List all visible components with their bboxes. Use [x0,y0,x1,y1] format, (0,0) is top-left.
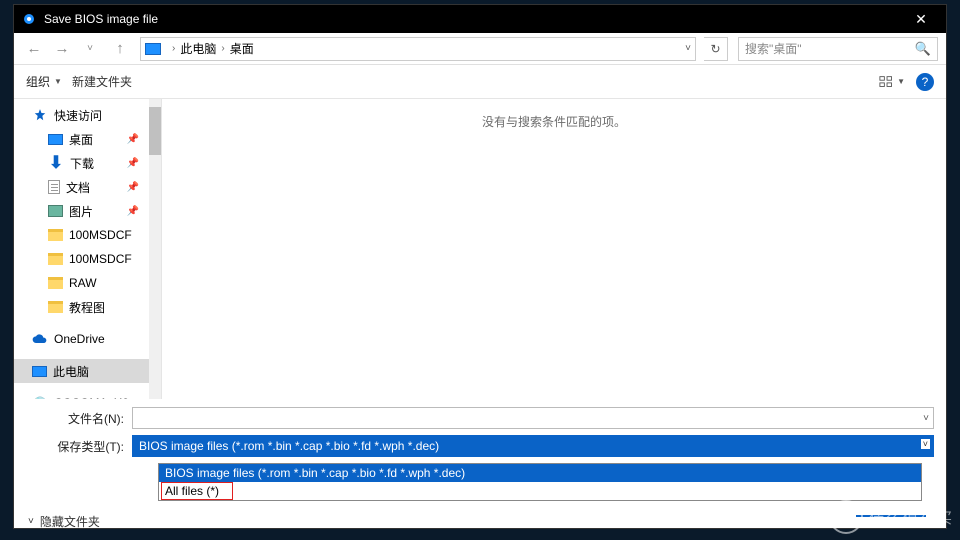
tree-quick-access[interactable]: 快速访问 [14,103,161,127]
filetype-combo[interactable]: BIOS image files (*.rom *.bin *.cap *.bi… [132,435,934,457]
close-button[interactable]: ✕ [904,5,938,33]
tree-label: CCCOMA_X64F… [54,396,144,399]
tree-folder[interactable]: 100MSDCF [14,247,161,271]
file-pane[interactable]: 没有与搜索条件匹配的项。 [162,99,946,399]
watermark-text: 什么值得买 [869,507,954,528]
scrollbar-thumb[interactable] [149,107,161,155]
view-options-button[interactable]: ▼ [878,71,906,93]
filetype-selected: BIOS image files (*.rom *.bin *.cap *.bi… [133,436,933,456]
back-button[interactable]: ← [22,37,46,61]
tree-label: 快速访问 [54,107,102,124]
tree-label: 100MSDCF [69,228,132,242]
tree-this-pc[interactable]: 此电脑 [14,359,161,383]
breadcrumb-segment[interactable]: 桌面 [230,40,254,57]
pc-icon [145,43,161,55]
desktop-icon [48,134,63,145]
tree-label: 图片 [69,203,93,220]
tree-label: 100MSDCF [69,252,132,266]
pc-icon [32,366,47,377]
watermark: 值 什么值得买 [829,500,954,534]
filetype-dropdown: BIOS image files (*.rom *.bin *.cap *.bi… [158,463,922,501]
tree-drive[interactable]: 💿 CCCOMA_X64F… [14,391,161,399]
tree-folder[interactable]: RAW [14,271,161,295]
tree-folder[interactable]: 100MSDCF [14,223,161,247]
filename-input[interactable]: ˅ [132,407,934,429]
cloud-icon [32,332,48,346]
nav-bar: ← → ˅ ↑ › 此电脑 › 桌面 ˅ ↻ 搜索"桌面" 🔍 [14,33,946,65]
tree-onedrive[interactable]: OneDrive [14,327,161,351]
help-button[interactable]: ? [916,73,934,91]
filetype-option[interactable]: All files (*) [159,482,921,500]
folder-icon [48,253,63,265]
up-button[interactable]: ↑ [108,37,132,61]
tree-documents[interactable]: 文档 📌 [14,175,161,199]
tree-label: 文档 [66,179,90,196]
drive-icon: 💿 [32,396,48,399]
hide-folders-button[interactable]: 隐藏文件夹 [40,513,100,530]
chevron-down-icon: ˅ [921,439,930,449]
tree-desktop[interactable]: 桌面 📌 [14,127,161,151]
save-dialog: Save BIOS image file ✕ ← → ˅ ↑ › 此电脑 › 桌… [13,4,947,529]
pin-icon: 📌 [127,134,139,145]
search-placeholder: 搜索"桌面" [745,40,802,57]
filename-label: 文件名(N): [28,410,132,427]
tree-pictures[interactable]: 图片 📌 [14,199,161,223]
filetype-label: 保存类型(T): [28,438,132,455]
dialog-body: 快速访问 桌面📌 ⬇下载📌 文档📌 图片📌 100MSDCF 100MSDCF … [14,99,946,399]
forward-button[interactable]: → [50,37,74,61]
tree-folder[interactable]: 教程图 [14,295,161,319]
tree-label: OneDrive [54,332,105,346]
breadcrumb-segment[interactable]: 此电脑 [180,40,216,57]
tree-label: 下载 [70,155,94,172]
nav-tree: 快速访问 桌面📌 ⬇下载📌 文档📌 图片📌 100MSDCF 100MSDCF … [14,99,162,399]
new-folder-button[interactable]: 新建文件夹 [72,73,132,90]
tree-label: RAW [69,276,97,290]
toolbar: 组织 ▼ 新建文件夹 ▼ ? [14,65,946,99]
app-icon [22,12,36,26]
pin-icon: 📌 [127,182,139,193]
folder-icon [48,229,63,241]
pin-icon: 📌 [127,158,139,169]
chevron-down-icon[interactable]: ▼ [54,77,62,86]
tree-downloads[interactable]: ⬇ 下载 📌 [14,151,161,175]
filetype-option[interactable]: BIOS image files (*.rom *.bin *.cap *.bi… [159,464,921,482]
address-bar[interactable]: › 此电脑 › 桌面 ˅ [140,37,696,61]
tree-label: 桌面 [69,131,93,148]
chevron-down-icon[interactable]: ˅ [685,43,691,54]
document-icon [48,180,60,194]
tree-scrollbar[interactable] [149,99,161,399]
recent-dropdown[interactable]: ˅ [78,37,102,61]
chevron-right-icon: › [172,43,175,54]
empty-message: 没有与搜索条件匹配的项。 [162,113,946,130]
star-icon [32,108,48,122]
bottom-bar: ˅ 隐藏文件夹 [14,509,946,534]
pictures-icon [48,205,63,217]
folder-icon [48,277,63,289]
folder-icon [48,301,63,313]
title-bar: Save BIOS image file ✕ [14,5,946,33]
organize-button[interactable]: 组织 [26,73,50,90]
chevron-down-icon[interactable]: ˅ [28,516,34,527]
search-input[interactable]: 搜索"桌面" 🔍 [738,37,938,61]
window-title: Save BIOS image file [44,12,904,26]
pin-icon: 📌 [127,206,139,217]
watermark-icon: 值 [829,500,863,534]
chevron-right-icon: › [221,43,224,54]
download-icon: ⬇ [48,156,64,170]
refresh-button[interactable]: ↻ [704,37,728,61]
tree-label: 此电脑 [53,363,89,380]
tree-label: 教程图 [69,299,105,316]
search-icon: 🔍 [915,41,931,57]
footer: 文件名(N): ˅ 保存类型(T): BIOS image files (*.r… [14,399,946,509]
